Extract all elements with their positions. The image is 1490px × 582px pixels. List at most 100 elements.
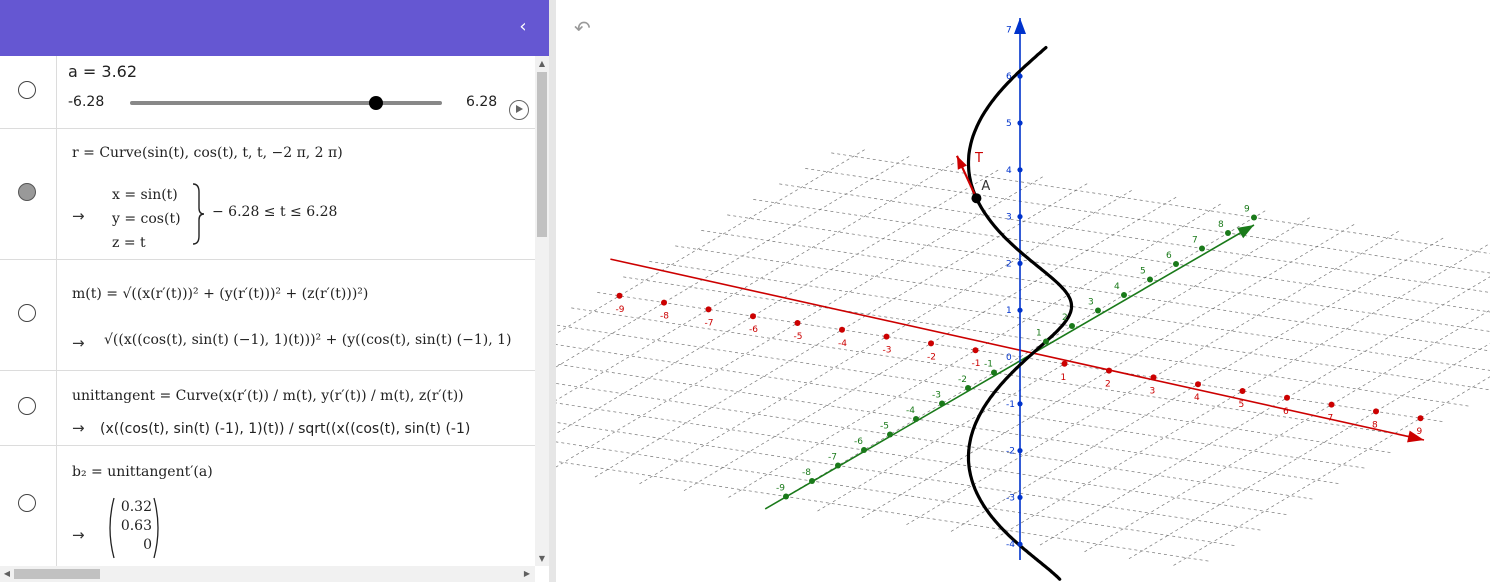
grid-line	[727, 214, 1490, 332]
x-tick-label: -7	[705, 318, 714, 328]
curve-r-x: x = sin(t)	[112, 187, 178, 203]
z-tick-label: 3	[1006, 213, 1012, 223]
x-tick-label: -5	[794, 332, 803, 342]
z-tick-label: 4	[1006, 166, 1012, 176]
algebra-row-m[interactable]: m(t) = √((x(r′(t)))² + (y(r′(t)))² + (z(…	[0, 260, 535, 371]
graphics-3d-view[interactable]: -9 -8 -7 -6 -5 -4 -3 -2 -1 1 2 3 4 5 6 7 8 9 -9 -8 -7 -6 -5 -4 -…	[556, 0, 1490, 582]
y-tick-dot	[809, 478, 815, 484]
scroll-up-arrow-icon[interactable]: ▲	[536, 58, 548, 70]
algebra-rows: a = 3.62 -6.28 6.28 r = Curve(sin(t), co…	[0, 56, 535, 566]
grid-line	[556, 422, 1261, 531]
y-tick-label: 9	[1244, 205, 1250, 215]
y-tick-dot	[965, 385, 971, 391]
algebra-header: ‹	[0, 0, 549, 56]
z-tick-label: 1	[1006, 306, 1012, 316]
z-tick-dot	[1017, 401, 1023, 407]
visibility-toggle-a[interactable]	[18, 81, 36, 99]
x-tick-dot	[1195, 381, 1201, 388]
x-tick-dot	[794, 320, 801, 326]
x-tick-dot	[1239, 388, 1246, 394]
algebra-row-curve-r[interactable]: r = Curve(sin(t), cos(t), t, t, −2 π, 2 …	[0, 129, 535, 260]
y-tick-dot	[1147, 276, 1153, 283]
x-tick-label: -6	[749, 325, 758, 335]
grid-line	[675, 245, 1490, 371]
y-tick-label: -3	[932, 391, 941, 401]
grid-line	[831, 152, 1490, 254]
z-tick-label: -3	[1006, 493, 1015, 503]
y-tick-dot	[1173, 261, 1179, 267]
marble-column	[0, 129, 57, 259]
y-tick-dot	[1043, 338, 1049, 345]
grid-line	[1128, 343, 1490, 559]
point-A[interactable]	[971, 193, 982, 204]
x-tick-dot	[1061, 360, 1068, 367]
output-arrow: →	[72, 419, 85, 437]
z-tick-label: 7	[1006, 25, 1012, 35]
y-tick-label: -8	[802, 468, 811, 478]
x-tick-dot	[661, 299, 667, 306]
y-tick-label: -7	[828, 453, 837, 463]
algebra-row-slider-a[interactable]: a = 3.62 -6.28 6.28	[0, 56, 535, 129]
y-tick-label: 1	[1036, 329, 1042, 339]
grid-line	[1084, 309, 1490, 553]
visibility-toggle-r[interactable]	[18, 183, 36, 201]
scroll-down-arrow-icon[interactable]: ▼	[536, 553, 548, 565]
curve-r-y: y = cos(t)	[112, 211, 181, 227]
curve-r-z: z = t	[112, 235, 146, 251]
z-tick-label: 5	[1006, 119, 1012, 129]
x-tick-label: -1	[972, 359, 981, 369]
x-tick-label: 6	[1283, 407, 1289, 417]
x-tick-dot	[883, 333, 890, 340]
play-icon[interactable]	[509, 100, 529, 120]
y-tick-label: 3	[1088, 298, 1094, 308]
algebra-row-unittangent[interactable]: unittangent = Curve(x(r′(t)) / m(t), y(r…	[0, 371, 535, 446]
collapse-chevron-icon[interactable]: ‹	[511, 15, 535, 39]
vertical-scroll-thumb[interactable]	[537, 72, 547, 237]
x-tick-dot	[1373, 408, 1379, 415]
grid-line	[556, 168, 1001, 435]
unittangent-output: (x((cos(t), sin(t) (-1), 1)(t)) / sqrt((…	[100, 421, 471, 437]
y-tick-dot	[861, 447, 867, 453]
scroll-left-arrow-icon[interactable]: ◀	[1, 568, 13, 580]
visibility-toggle-unittangent[interactable]	[18, 397, 36, 415]
x-tick-dot	[972, 347, 979, 354]
slider-thumb[interactable]	[368, 96, 383, 110]
horizontal-scroll-thumb[interactable]	[14, 569, 100, 579]
slider-track[interactable]	[130, 101, 442, 105]
grid-line	[556, 441, 1235, 546]
visibility-toggle-m[interactable]	[18, 304, 36, 322]
visibility-toggle-b2[interactable]	[18, 494, 36, 512]
output-arrow: →	[72, 207, 85, 225]
curve-r-components: x = sin(t) y = cos(t) z = t	[112, 183, 181, 255]
y-tick-dot	[887, 431, 893, 438]
x-axis	[610, 258, 1425, 441]
y-tick-dot	[991, 369, 997, 376]
undo-icon[interactable]: ↶	[574, 18, 598, 38]
output-arrow: →	[72, 334, 85, 352]
b2-y: 0.63	[120, 518, 152, 534]
z-tick-dot	[1017, 260, 1023, 266]
scroll-right-arrow-icon[interactable]: ▶	[521, 568, 533, 580]
slider-max-label: 6.28	[466, 94, 498, 110]
overlay-objects[interactable]: TA	[955, 151, 990, 204]
x-tick-label: 2	[1105, 380, 1111, 390]
algebra-row-b2[interactable]: b₂ = unittangent′(a) → 0.32 0.63 0	[0, 446, 535, 566]
b2-definition: b₂ = unittangent′(a)	[72, 464, 213, 480]
y-tick-label: 2	[1062, 313, 1068, 323]
x-tick-label: 7	[1328, 414, 1334, 424]
y-tick-label: 4	[1114, 282, 1120, 292]
curve-r-definition: r = Curve(sin(t), cos(t), t, t, −2 π, 2 …	[72, 145, 343, 161]
slider-min-label: -6.28	[68, 94, 105, 110]
view-divider[interactable]	[549, 0, 556, 582]
y-tick-label: 6	[1166, 251, 1172, 261]
z-tick-dot	[1017, 167, 1023, 173]
vector-label-T: T	[974, 151, 983, 166]
z-tick-label: 0	[1006, 353, 1012, 363]
curve-r-range: − 6.28 ≤ t ≤ 6.28	[212, 204, 338, 220]
x-tick-label: 4	[1194, 393, 1200, 403]
x-tick-dot	[839, 326, 845, 333]
z-tick-label: -4	[1006, 540, 1015, 550]
y-tick-dot	[1121, 292, 1127, 298]
x-tick-dot	[1150, 374, 1157, 381]
x-tick-dot	[1328, 401, 1335, 408]
